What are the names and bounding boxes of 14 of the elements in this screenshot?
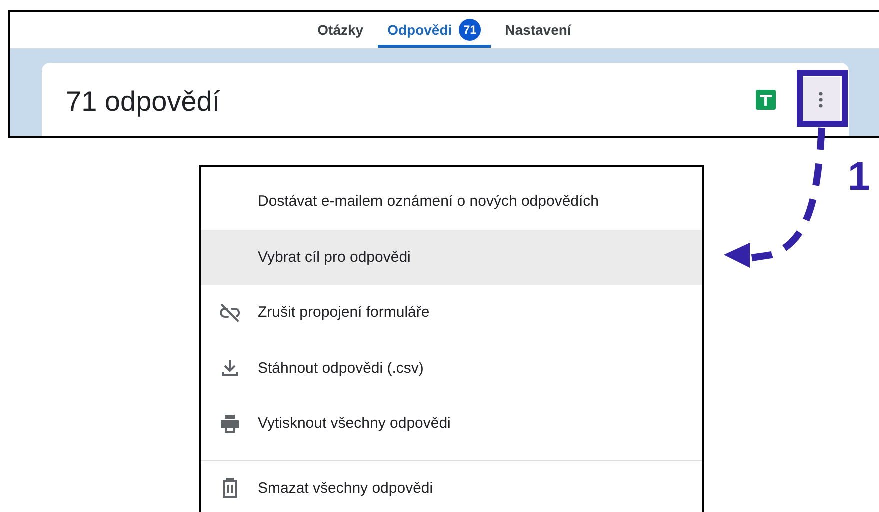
tab[interactable]: Otázky — [308, 15, 374, 48]
menu-item[interactable]: Zrušit propojení formuláře — [201, 285, 702, 340]
menu-item[interactable]: Vybrat cíl pro odpovědi — [201, 230, 702, 285]
responses-title: 71 odpovědí — [66, 86, 222, 118]
tab[interactable]: Nastavení — [495, 15, 582, 48]
step-number: 1 — [848, 155, 870, 200]
menu-item[interactable]: Smazat všechny odpovědi — [201, 460, 702, 512]
highlight-frame — [797, 70, 848, 127]
menu-item[interactable]: Dostávat e-mailem oznámení o nových odpovědích — [201, 174, 702, 230]
menu-item[interactable]: Stáhnout odpovědi (.csv) — [201, 340, 702, 396]
spreadsheet-icon[interactable] — [756, 90, 776, 110]
more-button[interactable] — [801, 77, 840, 122]
more-vert-icon — [818, 92, 822, 108]
menu-item[interactable]: Vytisknout všechny odpovědi — [201, 396, 702, 452]
